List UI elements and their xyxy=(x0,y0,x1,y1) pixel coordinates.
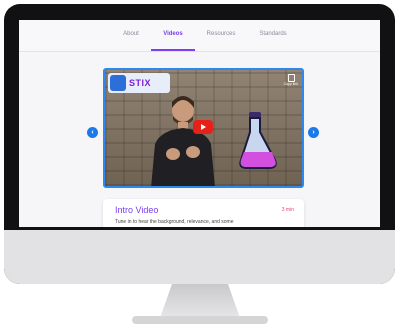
chevron-left-icon[interactable]: ‹ xyxy=(87,127,98,138)
video-info-card[interactable]: Intro Video 3 min Tune in to hear the ba… xyxy=(103,199,304,227)
screen: About Videos Resources Standards ‹ › STI… xyxy=(19,20,380,227)
monitor-stand xyxy=(160,284,240,318)
chevron-right-icon[interactable]: › xyxy=(308,127,319,138)
copy-link-label[interactable]: Copy link xyxy=(284,82,298,86)
active-tab-indicator xyxy=(151,49,195,51)
mascot-icon xyxy=(110,75,126,91)
tab-bar: About Videos Resources Standards xyxy=(19,20,380,52)
presenter-figure xyxy=(151,96,215,186)
video-player[interactable]: STIX Copy link xyxy=(103,68,304,188)
copy-icon[interactable] xyxy=(288,74,295,82)
monitor-chin xyxy=(4,230,395,284)
tab-resources[interactable]: Resources xyxy=(203,31,239,37)
video-duration: 3 min xyxy=(281,207,294,213)
monitor-base xyxy=(132,316,268,324)
video-description: Tune in to hear the background, relevanc… xyxy=(115,219,234,225)
tab-about[interactable]: About xyxy=(119,31,143,37)
tab-videos[interactable]: Videos xyxy=(157,31,189,37)
tab-standards[interactable]: Standards xyxy=(255,31,291,37)
flask-icon xyxy=(239,112,277,169)
brand-text: STIX xyxy=(129,78,152,88)
play-icon[interactable] xyxy=(193,120,213,134)
video-title: Intro Video xyxy=(115,205,159,215)
